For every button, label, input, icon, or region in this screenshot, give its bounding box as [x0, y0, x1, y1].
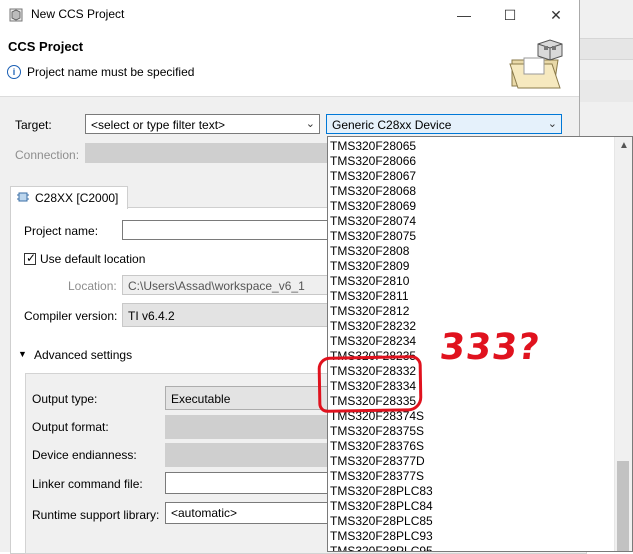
device-list-item[interactable]: TMS320F28PLC93: [330, 529, 433, 544]
compiler-version-select[interactable]: TI v6.4.2: [122, 303, 332, 327]
device-list-item[interactable]: TMS320F28PLC83: [330, 484, 433, 499]
device-endianness-label: Device endianness:: [32, 448, 137, 462]
output-format-select: [165, 415, 330, 439]
device-list-item[interactable]: TMS320F28067: [330, 169, 416, 184]
device-list-item[interactable]: TMS320F28232: [330, 319, 416, 334]
annotation-text: 333?: [437, 327, 543, 368]
chevron-down-icon: ⌄: [305, 118, 315, 130]
location-value: C:\Users\Assad\workspace_v6_1: [128, 279, 305, 293]
project-folder-icon: [509, 39, 563, 89]
device-list-item[interactable]: TMS320F28375S: [330, 424, 424, 439]
device-list-item[interactable]: TMS320F28074: [330, 214, 416, 229]
maximize-icon: ☐: [503, 6, 517, 23]
title-bar[interactable]: New CCS Project — ☐ ✕: [0, 0, 579, 30]
runtime-library-combo[interactable]: <automatic>: [165, 502, 330, 524]
location-field: C:\Users\Assad\workspace_v6_1: [122, 275, 332, 295]
output-type-label: Output type:: [32, 392, 98, 406]
use-default-location-checkbox[interactable]: ✓: [24, 251, 37, 265]
location-label: Location:: [68, 279, 117, 293]
device-list-item[interactable]: TMS320F28376S: [330, 439, 424, 454]
advanced-settings-toggle[interactable]: Advanced settings: [34, 348, 132, 362]
device-list-item[interactable]: TMS320F28377S: [330, 469, 424, 484]
minimize-button[interactable]: —: [441, 0, 487, 30]
device-list-item[interactable]: TMS320F28PLC84: [330, 499, 433, 514]
device-list-item[interactable]: TMS320F28065: [330, 139, 416, 154]
chevron-down-icon: ⌄: [547, 118, 557, 130]
background-toolbar: [579, 38, 633, 60]
validation-message: Project name must be specified: [27, 65, 195, 79]
device-list-item[interactable]: TMS320F2811: [330, 289, 409, 304]
device-endianness-select: [165, 443, 330, 467]
background-panel: [579, 80, 633, 102]
device-list-item[interactable]: TMS320F28068: [330, 184, 416, 199]
annotation-circle: [317, 355, 423, 413]
device-list-item[interactable]: TMS320F2810: [330, 274, 409, 289]
scroll-up-icon[interactable]: ▲: [619, 140, 629, 151]
close-icon: ✕: [550, 6, 562, 23]
project-name-label: Project name:: [24, 224, 99, 238]
tab-c28xx[interactable]: C28XX [C2000]: [10, 186, 128, 209]
device-list-item[interactable]: TMS320F2809: [330, 259, 409, 274]
device-list-item[interactable]: TMS320F28066: [330, 154, 416, 169]
maximize-button[interactable]: ☐: [487, 0, 533, 30]
info-icon: i: [7, 65, 21, 79]
ccs-window-icon: [9, 8, 23, 22]
output-type-value: Executable: [171, 392, 231, 406]
compiler-version-label: Compiler version:: [24, 309, 118, 323]
runtime-library-label: Runtime support library:: [32, 508, 160, 522]
device-list-item[interactable]: TMS320F28075: [330, 229, 416, 244]
device-list-item[interactable]: TMS320F28PLC85: [330, 514, 433, 529]
scrollbar-thumb[interactable]: [617, 461, 629, 551]
use-default-location-label: Use default location: [40, 252, 146, 266]
close-button[interactable]: ✕: [533, 0, 579, 30]
device-list-item[interactable]: TMS320F2812: [330, 304, 409, 319]
connection-field: [85, 143, 329, 163]
device-list-item[interactable]: TMS320F2808: [330, 244, 409, 259]
target-filter-text: <select or type filter text>: [91, 118, 226, 132]
compiler-version-value: TI v6.4.2: [128, 309, 175, 323]
target-filter-combo[interactable]: <select or type filter text> ⌄: [85, 114, 320, 134]
connection-label: Connection:: [15, 148, 80, 162]
device-list-item[interactable]: TMS320F28069: [330, 199, 416, 214]
device-select[interactable]: Generic C28xx Device ⌄: [326, 114, 562, 134]
runtime-library-value: <automatic>: [171, 506, 238, 520]
tab-label: C28XX [C2000]: [35, 191, 119, 205]
checkmark-icon: ✓: [26, 251, 37, 265]
device-list-item[interactable]: TMS320F28PLC95: [330, 544, 433, 551]
device-list-item[interactable]: TMS320F28234: [330, 334, 416, 349]
window-title: New CCS Project: [31, 7, 125, 21]
chip-icon: [17, 192, 29, 202]
linker-command-file-input[interactable]: [165, 472, 330, 494]
output-format-label: Output format:: [32, 420, 109, 434]
wizard-header: CCS Project i Project name must be speci…: [0, 30, 579, 97]
project-name-input[interactable]: [122, 220, 332, 240]
dropdown-scrollbar[interactable]: ▲: [614, 137, 632, 551]
linker-command-file-label: Linker command file:: [32, 477, 143, 491]
page-title: CCS Project: [8, 39, 84, 54]
minimize-icon: —: [457, 7, 471, 23]
target-label: Target:: [15, 118, 52, 132]
expand-triangle-icon[interactable]: ▼: [18, 349, 27, 359]
output-type-select[interactable]: Executable: [165, 386, 330, 410]
device-list-item[interactable]: TMS320F28377D: [330, 454, 425, 469]
device-select-value: Generic C28xx Device: [332, 118, 452, 132]
